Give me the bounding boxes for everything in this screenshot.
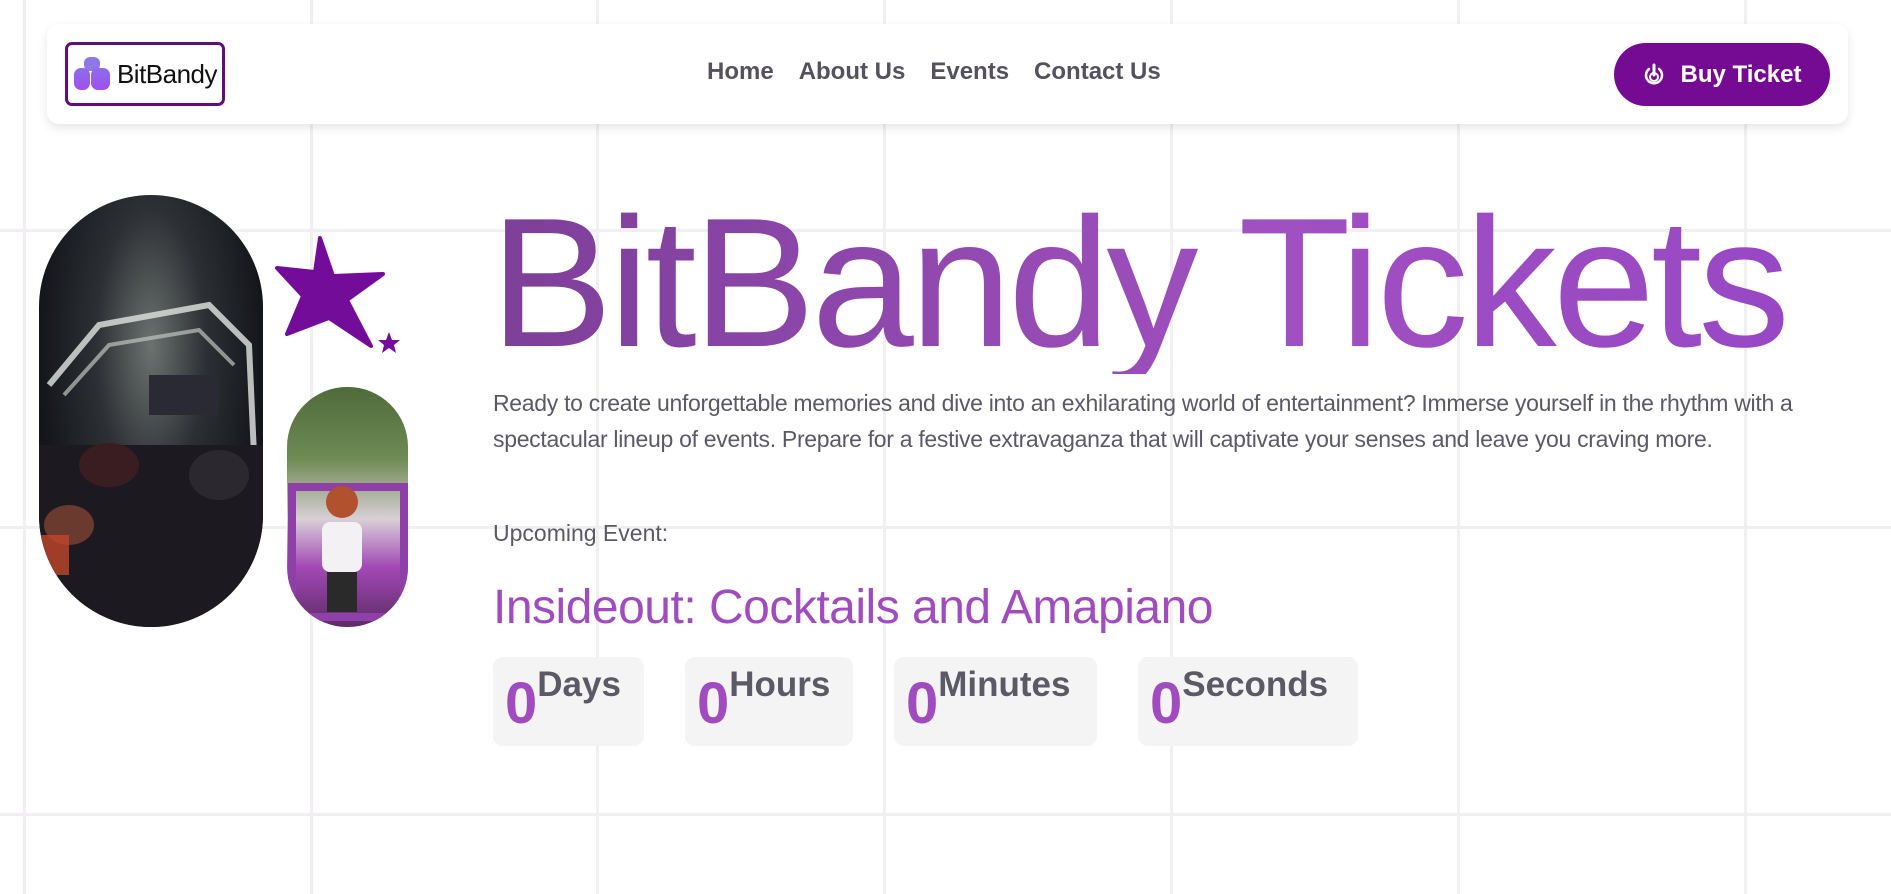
countdown-unit: Seconds (1182, 665, 1329, 704)
power-icon (1644, 63, 1663, 84)
logo-icon (73, 57, 110, 90)
hero-description: Ready to create unforgettable memories a… (493, 390, 1793, 452)
countdown-value: 0 (697, 671, 730, 736)
photo-frame-graphic (288, 483, 408, 621)
navbar: BitBandy Home About Us Events Contact Us… (47, 24, 1848, 124)
countdown-days: 0 Days (493, 657, 644, 746)
page-title: BitBandy Tickets (490, 179, 1790, 385)
upcoming-event-label: Upcoming Event: (493, 520, 669, 546)
logo-text: BitBandy (116, 58, 218, 89)
grid-line (0, 813, 1891, 816)
buy-ticket-button[interactable]: Buy Ticket (1614, 43, 1830, 106)
logo[interactable]: BitBandy (65, 42, 225, 106)
countdown-value: 0 (906, 671, 939, 736)
nav-link-events[interactable]: Events (930, 58, 1009, 86)
nav-link-about-us[interactable]: About Us (799, 58, 906, 86)
grid-line (0, 526, 1891, 529)
stage-lights-graphic (39, 301, 263, 627)
countdown-value: 0 (1150, 671, 1183, 736)
nav-link-home[interactable]: Home (707, 58, 774, 86)
buy-ticket-label: Buy Ticket (1680, 60, 1802, 88)
nav-link-contact-us[interactable]: Contact Us (1034, 58, 1161, 86)
countdown-value: 0 (505, 671, 538, 736)
star-decoration-icon (275, 236, 400, 353)
event-photo-crowd (39, 195, 263, 627)
countdown-hours: 0 Hours (685, 657, 853, 746)
countdown-seconds: 0 Seconds (1138, 657, 1358, 746)
event-photo-guest (287, 387, 408, 627)
nav-links: Home About Us Events Contact Us (707, 58, 1161, 86)
countdown-unit: Days (537, 665, 621, 704)
upcoming-event-name[interactable]: Insideout: Cocktails and Amapiano (493, 580, 1213, 635)
countdown-unit: Hours (729, 665, 831, 704)
countdown-minutes: 0 Minutes (894, 657, 1097, 746)
grid-line (23, 0, 26, 894)
countdown-unit: Minutes (938, 665, 1071, 704)
